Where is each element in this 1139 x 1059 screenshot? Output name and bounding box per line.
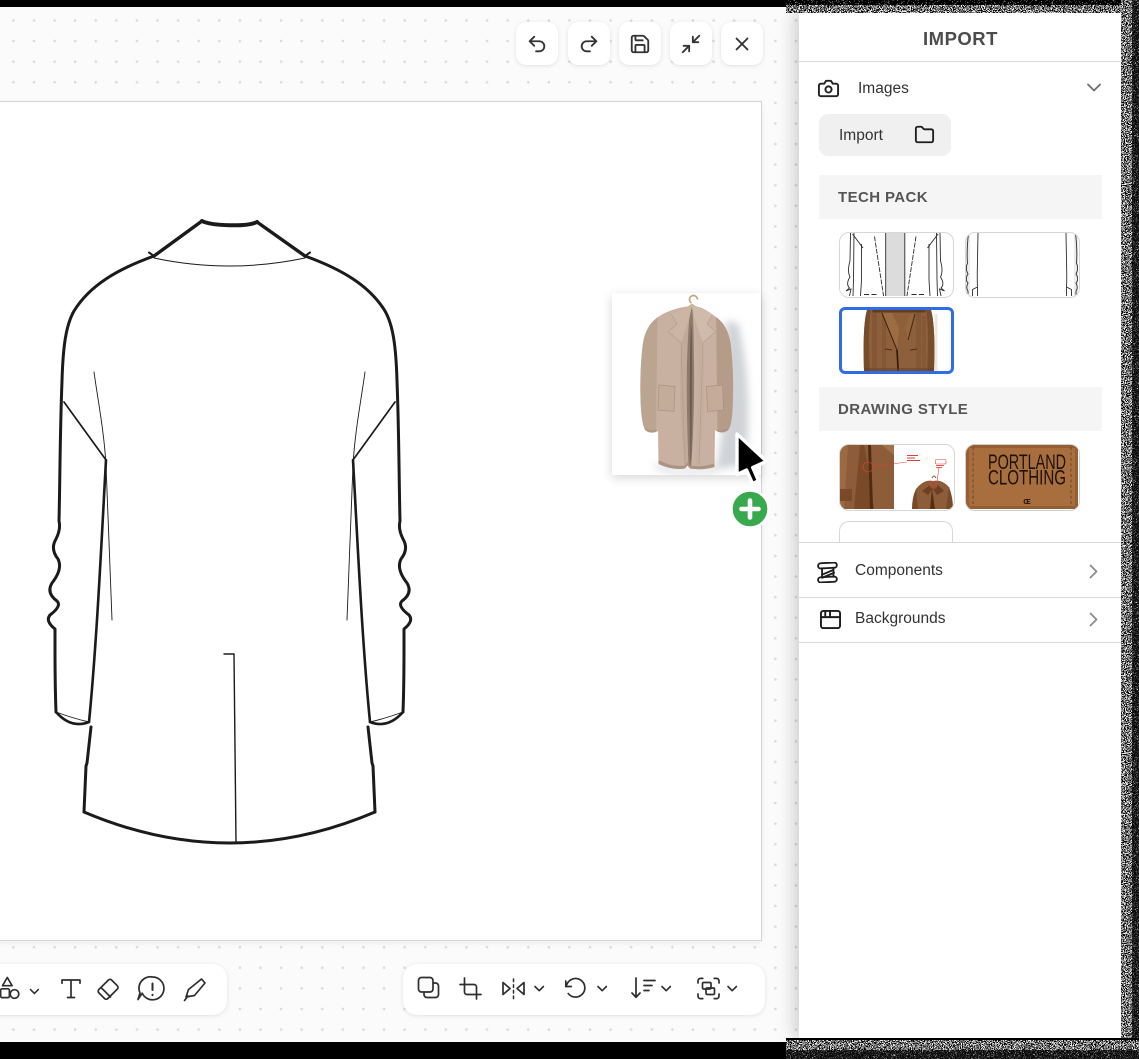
svg-text:CLOTHING: CLOTHING [988, 467, 1066, 491]
svg-text:Œ: Œ [1023, 497, 1031, 506]
